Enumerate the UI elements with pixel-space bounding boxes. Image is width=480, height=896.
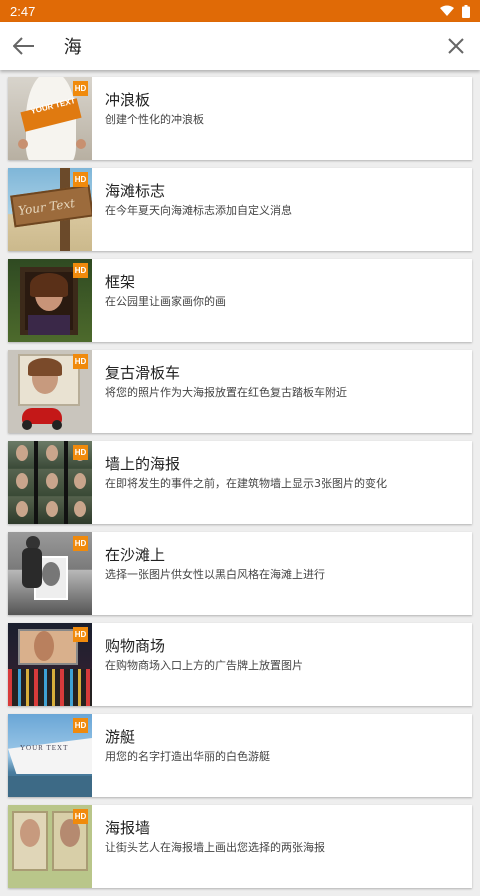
list-item-frame[interactable]: HD 框架 在公园里让画家画你的画	[8, 259, 472, 342]
wifi-icon	[440, 5, 454, 16]
item-description: 创建个性化的冲浪板	[105, 113, 204, 126]
hd-badge: HD	[73, 81, 88, 96]
template-list: YOUR TEXT HD 冲浪板 创建个性化的冲浪板 Your Text HD …	[8, 77, 472, 896]
list-item-shopping-mall[interactable]: HD 购物商场 在购物商场入口上方的广告牌上放置图片	[8, 623, 472, 706]
item-description: 将您的照片作为大海报放置在红色复古踏板车附近	[105, 386, 347, 399]
status-icons	[440, 4, 470, 18]
item-title: 游艇	[105, 728, 136, 746]
list-item-beach-sign[interactable]: Your Text HD 海滩标志 在今年夏天向海滩标志添加自定义消息	[8, 168, 472, 251]
list-item-retro-scooter[interactable]: HD 复古滑板车 将您的照片作为大海报放置在红色复古踏板车附近	[8, 350, 472, 433]
shopping-mall-thumbnail: HD	[8, 623, 92, 706]
on-the-beach-thumbnail: HD	[8, 532, 92, 615]
hd-badge: HD	[73, 809, 88, 824]
arrow-left-icon	[12, 37, 34, 55]
clear-search-button[interactable]	[432, 22, 480, 70]
poster-wall-thumbnail: HD	[8, 805, 92, 888]
beach-sign-thumbnail: Your Text HD	[8, 168, 92, 251]
back-button[interactable]	[0, 22, 48, 70]
search-toolbar	[0, 22, 480, 70]
item-description: 在今年夏天向海滩标志添加自定义消息	[105, 204, 292, 217]
list-item-poster-wall[interactable]: HD 海报墙 让街头艺人在海报墙上画出您选择的两张海报	[8, 805, 472, 888]
surfboard-thumbnail: YOUR TEXT HD	[8, 77, 92, 160]
list-item-on-the-beach[interactable]: HD 在沙滩上 选择一张图片供女性以黑白风格在海滩上进行	[8, 532, 472, 615]
yacht-thumbnail: YOUR TEXT HD	[8, 714, 92, 797]
item-title: 复古滑板车	[105, 364, 181, 382]
hd-badge: HD	[73, 445, 88, 460]
item-title: 框架	[105, 273, 136, 291]
item-description: 在即将发生的事件之前，在建筑物墙上显示3张图片的变化	[105, 477, 387, 490]
list-item-yacht[interactable]: YOUR TEXT HD 游艇 用您的名字打造出华丽的白色游艇	[8, 714, 472, 797]
item-title: 购物商场	[105, 637, 166, 655]
close-icon	[448, 38, 464, 54]
hd-badge: HD	[73, 536, 88, 551]
item-description: 用您的名字打造出华丽的白色游艇	[105, 750, 270, 763]
battery-icon	[462, 4, 470, 18]
wall-posters-thumbnail: HD	[8, 441, 92, 524]
item-title: 海报墙	[105, 819, 151, 837]
item-title: 在沙滩上	[105, 546, 166, 564]
hd-badge: HD	[73, 263, 88, 278]
hd-badge: HD	[73, 172, 88, 187]
hd-badge: HD	[73, 718, 88, 733]
status-time: 2:47	[10, 3, 36, 19]
list-item-surfboard[interactable]: YOUR TEXT HD 冲浪板 创建个性化的冲浪板	[8, 77, 472, 160]
item-description: 在公园里让画家画你的画	[105, 295, 226, 308]
item-title: 冲浪板	[105, 91, 151, 109]
item-description: 在购物商场入口上方的广告牌上放置图片	[105, 659, 303, 672]
item-title: 海滩标志	[105, 182, 166, 200]
retro-scooter-thumbnail: HD	[8, 350, 92, 433]
frame-thumbnail: HD	[8, 259, 92, 342]
item-title: 墙上的海报	[105, 455, 181, 473]
hd-badge: HD	[73, 627, 88, 642]
item-description: 选择一张图片供女性以黑白风格在海滩上进行	[105, 568, 325, 581]
list-item-wall-posters[interactable]: HD 墙上的海报 在即将发生的事件之前，在建筑物墙上显示3张图片的变化	[8, 441, 472, 524]
yacht-label: YOUR TEXT	[20, 744, 69, 752]
item-description: 让街头艺人在海报墙上画出您选择的两张海报	[105, 841, 325, 854]
hd-badge: HD	[73, 354, 88, 369]
status-bar: 2:47	[0, 0, 480, 22]
search-input[interactable]	[63, 35, 433, 57]
